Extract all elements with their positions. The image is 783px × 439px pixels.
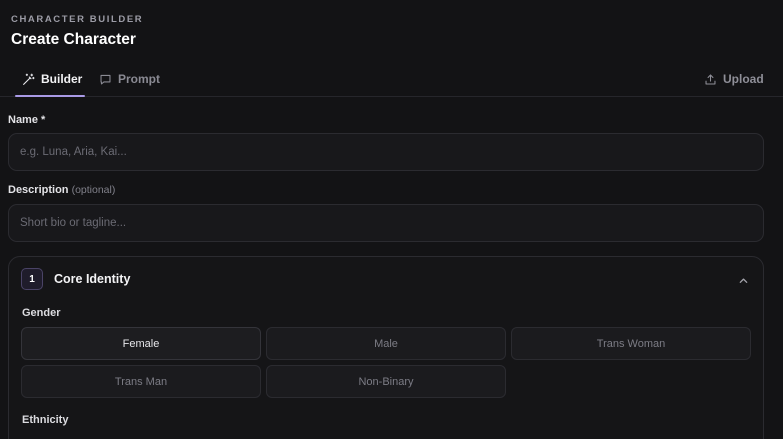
name-label-text: Name <box>8 114 38 126</box>
gender-option-male[interactable]: Male <box>266 327 506 360</box>
section-title: Core Identity <box>54 272 131 286</box>
create-character-page: CHARACTER BUILDER Create Character Build… <box>0 0 783 439</box>
tab-prompt-label: Prompt <box>118 72 160 86</box>
page-title: Create Character <box>11 31 136 48</box>
core-identity-section: 1 Core Identity Gender Female Male Trans… <box>8 256 764 439</box>
gender-option-trans-man[interactable]: Trans Man <box>21 365 261 398</box>
gender-label: Gender <box>22 307 61 319</box>
gender-option-non-binary[interactable]: Non-Binary <box>266 365 506 398</box>
magic-wand-icon <box>22 73 35 86</box>
upload-label: Upload <box>723 72 764 86</box>
upload-button[interactable]: Upload <box>704 62 764 96</box>
optional-note: (optional) <box>71 184 116 196</box>
gender-option-female[interactable]: Female <box>21 327 261 360</box>
name-input[interactable] <box>8 133 764 171</box>
description-label-text: Description <box>8 184 69 196</box>
step-number-badge: 1 <box>21 268 43 290</box>
tab-prompt[interactable]: Prompt <box>99 62 160 96</box>
ethnicity-label: Ethnicity <box>22 414 69 426</box>
upload-icon <box>704 73 717 86</box>
gender-option-trans-woman[interactable]: Trans Woman <box>511 327 751 360</box>
mode-tabs: Builder Prompt Upload <box>0 62 783 97</box>
description-input[interactable] <box>8 204 764 242</box>
tab-builder[interactable]: Builder <box>15 62 85 97</box>
page-eyebrow: CHARACTER BUILDER <box>11 14 144 25</box>
description-label: Description (optional) <box>8 184 115 196</box>
tab-builder-label: Builder <box>41 72 83 86</box>
name-label: Name * <box>8 114 45 126</box>
required-mark: * <box>41 114 46 126</box>
chevron-up-icon[interactable] <box>738 273 749 291</box>
message-square-icon <box>99 73 112 86</box>
